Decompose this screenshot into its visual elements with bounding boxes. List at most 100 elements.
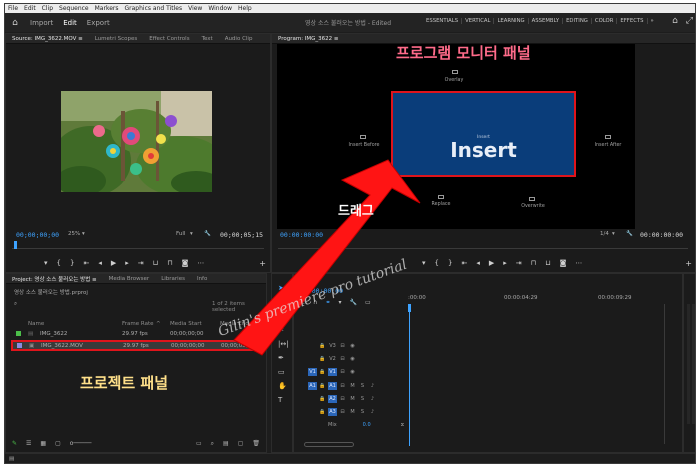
lock-icon[interactable]: 🔒	[318, 355, 327, 363]
new-item-icon[interactable]: ▢	[238, 440, 244, 448]
track-source[interactable]: A1	[308, 381, 317, 390]
tab-libraries[interactable]: Libraries	[155, 276, 191, 282]
go-to-out-icon[interactable]: ⇥	[138, 259, 144, 267]
source-timecode[interactable]: 00;00;00;00	[16, 231, 59, 239]
step-forward-icon[interactable]: ▸	[125, 259, 129, 267]
mic-icon[interactable]: ♪	[368, 382, 377, 390]
mute-button[interactable]: M	[348, 408, 357, 416]
go-to-in-icon[interactable]: ⇤	[461, 259, 467, 267]
menu-graphics[interactable]: Graphics and Titles	[122, 5, 186, 12]
tab-project[interactable]: Project: 영상 소스 불러오는 방법 ≡	[6, 275, 103, 283]
play-icon[interactable]: ▶	[489, 259, 494, 267]
list-item-selected[interactable]: ▣ IMG_3622.MOV 29.97 fps 00;00;00;00 00;…	[11, 340, 262, 351]
mark-out-icon[interactable]: }	[70, 259, 74, 267]
track-name[interactable]: A3	[328, 407, 337, 416]
workspace-editing[interactable]: EDITING	[562, 18, 591, 24]
chevron-down-icon[interactable]: ▾	[82, 231, 85, 237]
eye-icon[interactable]: ◉	[348, 368, 357, 376]
sync-lock-icon[interactable]: ⊟	[338, 382, 347, 390]
menu-window[interactable]: Window	[205, 5, 235, 12]
add-marker-icon[interactable]: ▾	[44, 259, 48, 267]
search-icon[interactable]: ⌕	[14, 301, 17, 308]
home-icon[interactable]: ⌂	[5, 18, 25, 28]
tab-effect-controls[interactable]: Effect Controls	[143, 36, 195, 42]
column-frame-rate[interactable]: Frame Rate	[122, 321, 154, 327]
hand-icon[interactable]: ✋	[278, 382, 289, 390]
settings-icon[interactable]: ⋯	[197, 259, 204, 267]
menu-markers[interactable]: Markers	[92, 5, 122, 12]
folder-icon[interactable]: ▤	[223, 440, 229, 448]
add-button-icon[interactable]: +	[259, 259, 266, 268]
column-media-start[interactable]: Media Start	[170, 321, 202, 327]
menu-edit[interactable]: Edit	[21, 5, 39, 12]
extract-icon[interactable]: ⊔	[545, 259, 550, 267]
sync-lock-icon[interactable]: ⊟	[338, 342, 347, 350]
step-back-icon[interactable]: ◂	[98, 259, 102, 267]
solo-button[interactable]: S	[358, 395, 367, 403]
wrench-icon[interactable]: 🔧	[349, 299, 356, 306]
workspace-more[interactable]: »	[646, 18, 657, 24]
pen-icon[interactable]: ✒	[278, 354, 289, 362]
track-name[interactable]: A1	[328, 381, 337, 390]
type-tool-icon[interactable]: T	[278, 396, 289, 404]
solo-button[interactable]: S	[358, 382, 367, 390]
tab-edit[interactable]: Edit	[58, 19, 82, 27]
trash-icon[interactable]: 🗑	[252, 440, 260, 448]
step-forward-icon[interactable]: ▸	[503, 259, 507, 267]
workspace-essentials[interactable]: ESSENTIALS	[423, 18, 461, 24]
icon-view-icon[interactable]: ▦	[40, 440, 46, 448]
timeline-playhead-handle[interactable]	[408, 304, 411, 312]
menu-clip[interactable]: Clip	[39, 5, 56, 12]
menu-view[interactable]: View	[185, 5, 205, 12]
column-name[interactable]: Name	[28, 321, 44, 327]
track-source[interactable]	[308, 342, 317, 350]
export-frame-icon[interactable]: ◙	[560, 259, 567, 267]
video-track-v1[interactable]: V1 🔒 V1 ⊟ ◉	[294, 366, 684, 377]
mix-value[interactable]: 0.0	[363, 422, 371, 428]
selection-tool-icon[interactable]: ➤	[278, 284, 289, 292]
track-name[interactable]: V2	[328, 355, 337, 363]
fullscreen-icon[interactable]: ⤢	[686, 16, 693, 26]
track-source[interactable]: V1	[308, 367, 317, 376]
captions-icon[interactable]: ▭	[365, 299, 371, 306]
mix-track[interactable]: Mix 0.0 ⧖	[294, 419, 684, 430]
source-zoom-select[interactable]: 25%	[68, 231, 80, 237]
track-source[interactable]	[308, 395, 317, 403]
tab-export[interactable]: Export	[82, 19, 115, 27]
tab-info[interactable]: Info	[191, 276, 213, 282]
mark-out-icon[interactable]: }	[448, 259, 452, 267]
eye-icon[interactable]: ◉	[348, 342, 357, 350]
workspace-color[interactable]: COLOR	[590, 18, 616, 24]
track-name[interactable]: V1	[328, 367, 337, 376]
mute-button[interactable]: M	[348, 395, 357, 403]
wrench-icon[interactable]: 🔧	[626, 231, 633, 237]
lift-icon[interactable]: ⊓	[531, 259, 536, 267]
tab-lumetri-scopes[interactable]: Lumetri Scopes	[89, 36, 144, 42]
rectangle-icon[interactable]: ▭	[278, 368, 289, 376]
tab-source[interactable]: Source: IMG_3622.MOV ≡	[6, 36, 89, 42]
tab-import[interactable]: Import	[25, 19, 58, 27]
sync-lock-icon[interactable]: ⊟	[338, 368, 347, 376]
wrench-icon[interactable]: 🔧	[204, 231, 211, 237]
slip-icon[interactable]: |↔|	[278, 340, 289, 348]
solo-button[interactable]: S	[358, 408, 367, 416]
lock-icon[interactable]: 🔒	[318, 382, 327, 390]
go-to-in-icon[interactable]: ⇤	[83, 259, 89, 267]
go-to-out-icon[interactable]: ⇥	[516, 259, 522, 267]
razor-icon[interactable]: ✂	[278, 326, 289, 334]
insert-drop-zone[interactable]: Insert Insert	[391, 91, 576, 177]
video-track-v3[interactable]: 🔒 V3 ⊟ ◉	[294, 340, 684, 351]
add-marker-icon[interactable]: ▾	[338, 299, 341, 306]
audio-track-a1[interactable]: A1 🔒 A1 ⊟ M S ♪	[294, 380, 684, 391]
sync-lock-icon[interactable]: ⊟	[338, 395, 347, 403]
track-source[interactable]	[308, 355, 317, 363]
eye-icon[interactable]: ◉	[348, 355, 357, 363]
home-screen-icon[interactable]: ⌂	[672, 16, 678, 26]
list-view-icon[interactable]: ☰	[26, 440, 31, 448]
lock-icon[interactable]: 🔒	[318, 368, 327, 376]
track-name[interactable]: A2	[328, 394, 337, 403]
chevron-down-icon[interactable]: ▾	[190, 231, 193, 237]
step-back-icon[interactable]: ◂	[476, 259, 480, 267]
workspace-vertical[interactable]: VERTICAL	[461, 18, 493, 24]
freeform-view-icon[interactable]: ▢	[55, 440, 61, 448]
